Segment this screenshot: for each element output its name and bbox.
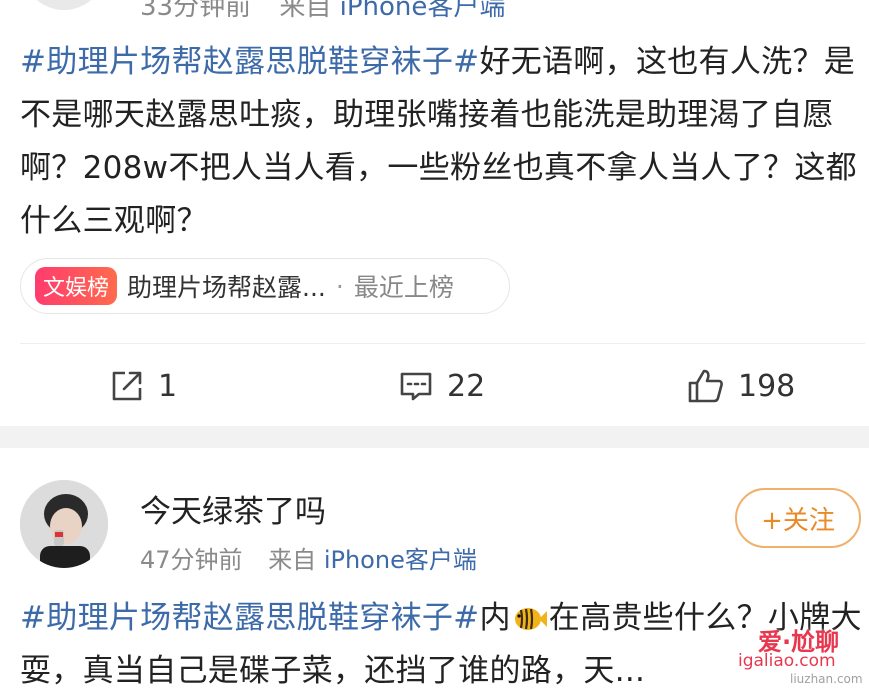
topic-chip[interactable]: 文娱榜 助理片场帮赵露... · 最近上榜 — [20, 258, 510, 314]
comment-count: 22 — [447, 368, 486, 404]
post-meta: 47分钟前 来自 iPhone客户端 — [140, 540, 477, 575]
comment-icon — [400, 372, 432, 401]
post-text: #助理片场帮赵露思脱鞋穿袜子#内 在高贵些什么？小牌大耍，真当自己是碟子菜，还挡了… — [20, 592, 865, 698]
topic-badge: 文娱榜 — [35, 267, 118, 305]
prev-post-via: 来自 — [279, 0, 332, 22]
topic-title: 助理片场帮赵露... — [127, 273, 326, 302]
divider — [20, 343, 865, 344]
watermark-url: igaliao.com — [738, 651, 836, 671]
post-hashtag[interactable]: #助理片场帮赵露思脱鞋穿袜子# — [20, 600, 479, 636]
prev-post-text: #助理片场帮赵露思脱鞋穿袜子#好无语啊，这也有人洗？是不是哪天赵露思吐痰，助理张… — [20, 36, 865, 248]
follow-button[interactable]: +关注 — [735, 488, 861, 548]
user-name[interactable]: 今天绿茶了吗 — [140, 486, 326, 531]
prev-post-meta: 33分钟前 来自 iPhone客户端 — [140, 0, 505, 23]
topic-separator: · — [335, 271, 344, 301]
avatar[interactable] — [20, 480, 108, 568]
prev-avatar[interactable] — [22, 0, 106, 10]
thumbs-up-icon — [688, 369, 723, 403]
feed-separator — [0, 426, 869, 448]
prev-post-client[interactable]: iPhone客户端 — [340, 0, 506, 22]
repost-button[interactable]: 1 — [108, 361, 177, 411]
prev-post-hashtag[interactable]: #助理片场帮赵露思脱鞋穿袜子# — [20, 44, 479, 80]
fish-emoji-icon — [514, 608, 547, 630]
like-count: 198 — [738, 368, 796, 404]
comment-button[interactable]: 22 — [397, 361, 485, 411]
repost-icon — [112, 371, 142, 401]
repost-count: 1 — [158, 368, 178, 404]
post-time: 47分钟前 — [140, 546, 243, 574]
post-body-start: 内 — [479, 600, 511, 636]
prev-post-time: 33分钟前 — [140, 0, 252, 22]
watermark-sub: liuzhan.com — [790, 672, 863, 686]
topic-status: 最近上榜 — [353, 273, 454, 302]
post-client[interactable]: iPhone客户端 — [324, 546, 477, 574]
post-via: 来自 — [268, 546, 317, 574]
like-button[interactable]: 198 — [686, 361, 795, 411]
